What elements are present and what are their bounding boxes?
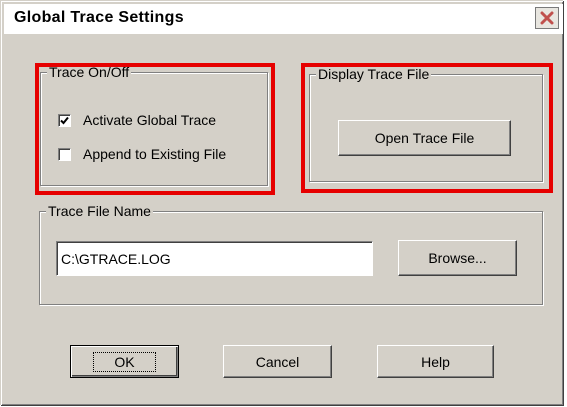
ok-button[interactable]: OK bbox=[70, 345, 179, 378]
close-button[interactable] bbox=[535, 7, 559, 29]
trace-file-name-label: Trace File Name bbox=[46, 203, 153, 219]
help-button[interactable]: Help bbox=[377, 345, 494, 378]
browse-button[interactable]: Browse... bbox=[398, 240, 517, 276]
ok-button-label: OK bbox=[93, 351, 156, 372]
global-trace-settings-dialog: Global Trace Settings Trace On/Off Activ… bbox=[0, 0, 563, 405]
dialog-title: Global Trace Settings bbox=[14, 9, 184, 26]
trace-file-name-input[interactable] bbox=[56, 241, 373, 276]
title-bar: Global Trace Settings bbox=[4, 4, 563, 34]
trace-onoff-highlight bbox=[35, 63, 275, 195]
cancel-button[interactable]: Cancel bbox=[223, 345, 332, 378]
close-icon bbox=[540, 11, 554, 25]
display-trace-file-highlight bbox=[301, 63, 553, 193]
